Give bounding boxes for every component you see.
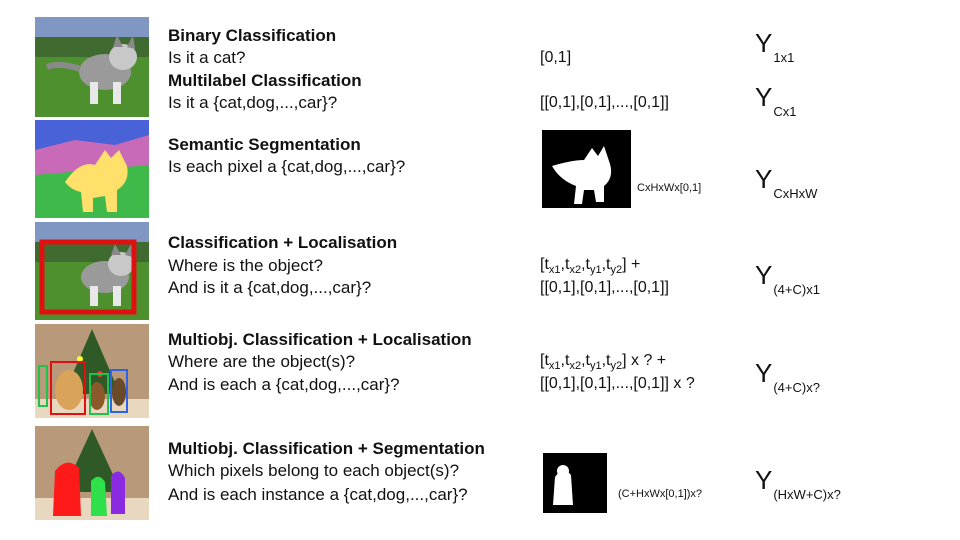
row-multiobj-loc-box-output: [tx1,tx2,ty1,ty2] x ? +	[540, 352, 667, 372]
classification-localisation-thumbnail	[35, 222, 149, 320]
row-multilabel-output: [[0,1],[0,1],...,[0,1]]	[540, 94, 669, 111]
row-localisation-question-where: Where is the object?	[168, 256, 323, 275]
row-semantic-title: Semantic Segmentation	[168, 135, 361, 154]
row-localisation-shape: Y(4+C)x1	[755, 260, 820, 297]
semantic-mask-label: CxHxWx[0,1]	[637, 182, 702, 194]
row-multiobj-loc-question-where: Where are the object(s)?	[168, 352, 356, 371]
row-multiobj-seg-question-class: And is each instance a {cat,dog,...,car}…	[168, 485, 468, 504]
row-semantic-shape: YCxHxW	[755, 164, 818, 201]
row-binary-output: [0,1]	[540, 49, 572, 66]
row-localisation-title: Classification + Localisation	[168, 233, 398, 252]
instance-mask-image	[543, 453, 607, 513]
row-multiobj-loc-class-output: [[0,1],[0,1],...,[0,1]] x ?	[540, 375, 695, 392]
row-localisation-class-output: [[0,1],[0,1],...,[0,1]]	[540, 279, 669, 296]
row-multilabel-title: Multilabel Classification	[168, 71, 362, 90]
row-multiobj-seg-title: Multiobj. Classification + Segmentation	[168, 439, 485, 458]
row-multilabel-shape: YCx1	[755, 82, 797, 119]
row-binary-title: Binary Classification	[168, 26, 337, 45]
row-binary-question: Is it a cat?	[168, 48, 246, 67]
cat-photo-thumbnail	[35, 17, 149, 117]
row-semantic-question: Is each pixel a {cat,dog,...,car}?	[168, 157, 406, 176]
instance-mask-label: (C+HxWx[0,1])x?	[618, 488, 703, 500]
row-multiobj-loc-shape: Y(4+C)x?	[755, 358, 820, 395]
row-multiobj-loc-title: Multiobj. Classification + Localisation	[168, 330, 472, 349]
row-binary-shape: Y1x1	[755, 28, 795, 65]
row-multiobj-loc-question-class: And is each a {cat,dog,...,car}?	[168, 375, 400, 394]
multiobject-localisation-thumbnail	[35, 324, 149, 418]
semantic-segmentation-thumbnail	[35, 120, 149, 218]
row-multiobj-seg-question-pixels: Which pixels belong to each object(s)?	[168, 461, 460, 480]
row-localisation-box-output: [tx1,tx2,ty1,ty2] +	[540, 256, 641, 276]
row-multilabel-question: Is it a {cat,dog,...,car}?	[168, 93, 338, 112]
semantic-mask-image	[542, 130, 631, 208]
row-localisation-question-class: And is it a {cat,dog,...,car}?	[168, 278, 372, 297]
row-multiobj-seg-shape: Y(HxW+C)x?	[755, 465, 841, 502]
multiobject-segmentation-thumbnail	[35, 426, 149, 520]
